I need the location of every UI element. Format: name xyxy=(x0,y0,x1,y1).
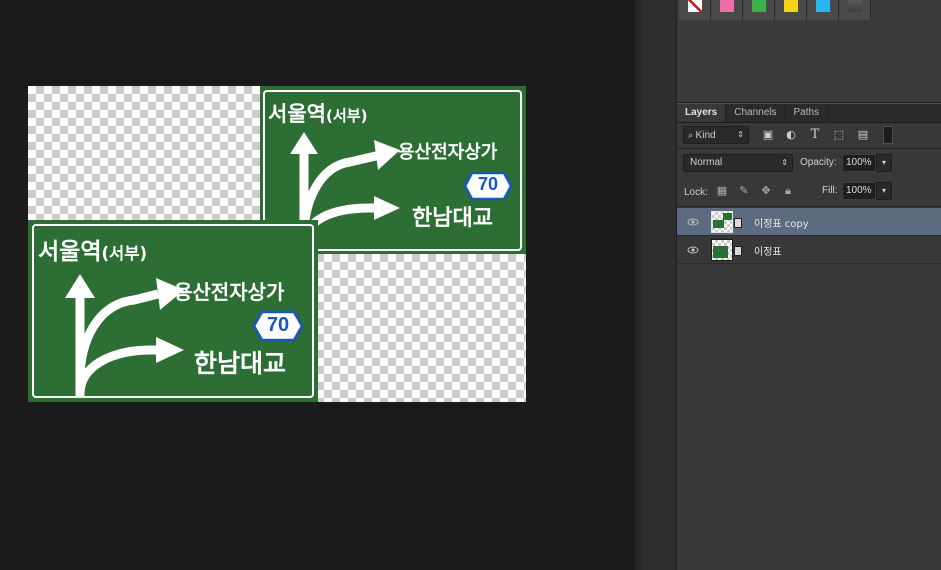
layer-row-copy[interactable]: 이정표 copy xyxy=(677,208,941,236)
layers-panel: Layers Channels Paths ⌕ Kind ⇕ ▣ ◐ T ⬚ ▤… xyxy=(677,104,941,570)
layer-thumbnail xyxy=(711,211,733,233)
eye-icon[interactable] xyxy=(687,244,699,256)
fill-field[interactable]: 100% xyxy=(842,182,876,200)
swatch-yellow[interactable] xyxy=(775,0,807,20)
tab-paths[interactable]: Paths xyxy=(786,104,829,122)
swatch-chip xyxy=(751,0,766,12)
lock-brush-icon[interactable]: ✎ xyxy=(738,185,750,197)
updown-arrow-icon: ⇕ xyxy=(781,158,788,167)
swatch-pink[interactable] xyxy=(711,0,743,20)
swatches-panel xyxy=(677,0,941,103)
layer-name[interactable]: 이정표 copy xyxy=(754,215,809,230)
opacity-dropdown[interactable]: ▾ xyxy=(876,154,892,172)
document-canvas[interactable]: 서울역(서부) 용산전자상가 70 한남대교 서울역(서부) 용산전자상가 70… xyxy=(28,86,526,402)
swatch-gray[interactable] xyxy=(839,0,871,20)
swatch-chip xyxy=(719,0,734,12)
swatch-chip xyxy=(815,0,830,12)
smart-object-filter-icon[interactable]: ▤ xyxy=(856,128,870,142)
type-filter-icon[interactable]: T xyxy=(808,128,822,142)
tab-channels[interactable]: Channels xyxy=(726,104,786,122)
right-panels: Layers Channels Paths ⌕ Kind ⇕ ▣ ◐ T ⬚ ▤… xyxy=(677,0,941,570)
swatch-chip xyxy=(783,0,798,12)
shape-filter-icon[interactable]: ⬚ xyxy=(832,128,846,142)
filter-kind-select[interactable]: ⌕ Kind ⇕ xyxy=(683,126,749,144)
swatch-chip xyxy=(847,0,862,12)
swatch-chip xyxy=(687,0,702,12)
layer-thumbnail xyxy=(711,239,733,261)
updown-arrow-icon: ⇕ xyxy=(737,130,744,139)
sign-front-middle-line: 용산전자상가 xyxy=(174,280,285,304)
filter-toggle[interactable] xyxy=(883,126,893,144)
search-icon: ⌕ xyxy=(688,130,696,140)
fill-label: Fill: xyxy=(822,185,838,196)
divider xyxy=(677,206,941,207)
lock-all-icon[interactable]: 🔒︎ xyxy=(782,185,794,197)
fill-dropdown[interactable]: ▾ xyxy=(876,182,892,200)
swatch-no-color[interactable] xyxy=(679,0,711,20)
sign-front: 서울역(서부) 용산전자상가 70 한남대교 xyxy=(28,220,318,402)
canvas-area[interactable]: 서울역(서부) 용산전자상가 70 한남대교 서울역(서부) 용산전자상가 70… xyxy=(0,0,635,570)
lock-label: Lock: xyxy=(684,187,708,198)
sign-copy-route-number: 70 xyxy=(477,174,499,194)
divider xyxy=(677,148,941,149)
blend-mode-select[interactable]: Normal ⇕ xyxy=(683,154,793,172)
lock-transparent-icon[interactable]: ▦ xyxy=(716,185,728,197)
sign-copy-bottom-line: 한남대교 xyxy=(412,206,493,231)
smart-object-icon xyxy=(734,218,742,228)
sign-front-route-number: 70 xyxy=(266,314,290,336)
opacity-label: Opacity: xyxy=(800,157,837,168)
swatch-green[interactable] xyxy=(743,0,775,20)
swatch-cyan[interactable] xyxy=(807,0,839,20)
opacity-field[interactable]: 100% xyxy=(842,154,876,172)
layer-row-original[interactable]: 이정표 xyxy=(677,236,941,264)
tab-layers[interactable]: Layers xyxy=(677,104,727,122)
sign-copy-middle-line: 용산전자상가 xyxy=(398,142,498,163)
layer-name[interactable]: 이정표 xyxy=(754,243,782,258)
blend-mode-value: Normal xyxy=(690,157,723,168)
filter-kind-label: Kind xyxy=(695,130,716,141)
swatch-row xyxy=(679,0,871,20)
panel-tabs: Layers Channels Paths xyxy=(677,104,941,123)
collapsed-panel-dock[interactable] xyxy=(641,0,677,570)
smart-object-icon xyxy=(734,246,742,256)
sign-front-top-line: 서울역(서부) xyxy=(38,239,148,265)
eye-icon[interactable] xyxy=(687,216,699,228)
sign-front-bottom-line: 한남대교 xyxy=(194,349,287,378)
sign-copy-top-line: 서울역(서부) xyxy=(268,102,368,126)
adjustment-filter-icon[interactable]: ◐ xyxy=(784,128,798,142)
image-filter-icon[interactable]: ▣ xyxy=(761,128,775,142)
lock-move-icon[interactable]: ✥ xyxy=(760,185,772,197)
